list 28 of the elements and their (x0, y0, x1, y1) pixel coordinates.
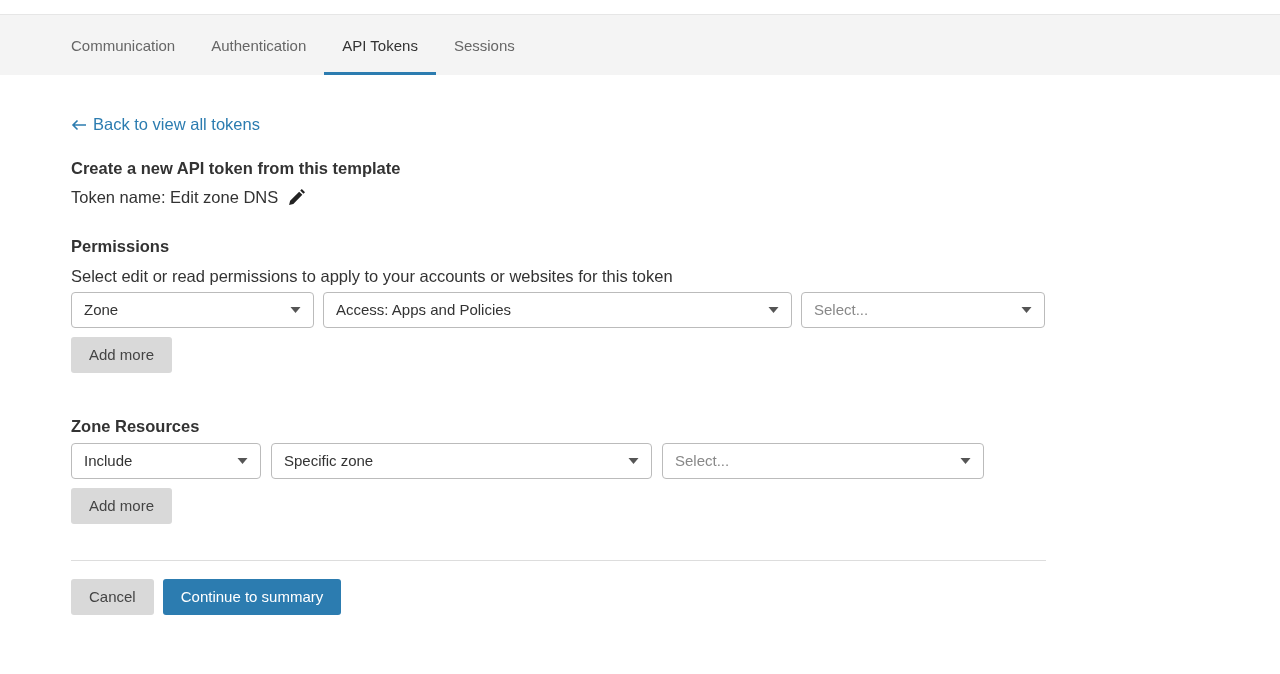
caret-icon (290, 306, 301, 313)
pencil-icon[interactable] (288, 188, 306, 206)
caret-icon (1021, 306, 1032, 313)
caret-icon (628, 457, 639, 464)
section-title: Zone Resources (71, 416, 201, 436)
back-link[interactable]: Back to view all tokens (71, 115, 260, 134)
cancel-button[interactable]: Cancel (71, 578, 154, 615)
add-more-button[interactable]: Add more (71, 487, 173, 524)
tab[interactable]: Communication (53, 18, 194, 75)
section-description: Select edit or read permissions to apply to your accounts or websites for this token (71, 266, 674, 286)
page-heading: Create a new API token from this template (71, 158, 402, 178)
tab[interactable]: API Tokens (324, 18, 436, 75)
dropdown[interactable]: Select... (801, 291, 1045, 328)
dropdown[interactable]: Specific zone (271, 442, 652, 479)
dropdown[interactable]: Access: Apps and Policies (323, 291, 792, 328)
caret-icon (960, 457, 971, 464)
dropdown[interactable]: Select... (662, 442, 984, 479)
dropdown[interactable]: Include (71, 442, 261, 479)
section-title: Permissions (71, 236, 171, 256)
tab[interactable]: Authentication (193, 18, 325, 75)
tab[interactable]: Sessions (435, 18, 533, 75)
token-name: Token name: Edit zone DNS (71, 187, 279, 207)
caret-icon (768, 306, 779, 313)
dropdown[interactable]: Zone (71, 291, 314, 328)
continue-button[interactable]: Continue to summary (162, 578, 342, 615)
arrow-left-icon (71, 118, 87, 131)
caret-icon (237, 457, 248, 464)
add-more-button[interactable]: Add more (71, 336, 173, 373)
